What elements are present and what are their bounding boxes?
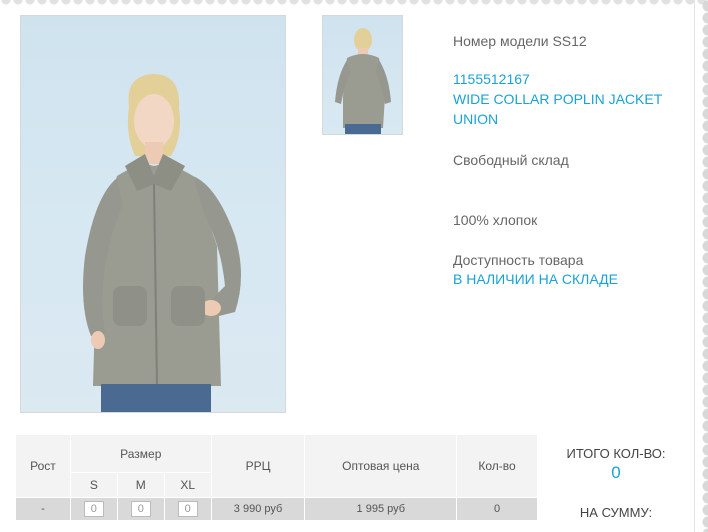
size-xl-header: XL <box>163 472 212 498</box>
col-header-wholesale: Оптовая цена <box>304 434 458 498</box>
model-back-illustration <box>335 28 391 134</box>
model-front-illustration <box>83 74 241 412</box>
article-number-link[interactable]: 1155512167 <box>453 69 530 89</box>
table-row: - 0 0 0 3 990 руб 1 995 руб 0 <box>15 497 538 521</box>
brand-name-link[interactable]: UNION <box>453 109 498 129</box>
col-header-height: Рост <box>15 434 71 498</box>
rrp-value: 3 990 руб <box>210 497 306 521</box>
size-s-header: S <box>69 472 118 498</box>
product-main-image[interactable] <box>20 15 286 413</box>
col-header-qty: Кол-во <box>456 434 538 498</box>
availability-label: Доступность товара <box>453 252 584 268</box>
product-thumbnail[interactable] <box>322 15 403 135</box>
size-m-header: M <box>116 472 165 498</box>
wholesale-value: 1 995 руб <box>304 497 458 521</box>
qty-xl-input[interactable]: 0 <box>177 501 198 517</box>
warehouse-label: Свободный склад <box>453 152 569 168</box>
material-label: 100% хлопок <box>453 212 538 228</box>
total-qty-value: 0 <box>611 463 621 482</box>
paper-right-edge <box>694 0 708 532</box>
qty-m-cell: 0 <box>116 497 165 521</box>
col-header-size: Размер <box>69 434 212 473</box>
qty-value: 0 <box>456 497 538 521</box>
col-header-rrp: РРЦ <box>210 434 306 498</box>
order-totals: ИТОГО КОЛ-ВО: 0 НА СУММУ: <box>548 446 684 520</box>
model-number: Номер модели SS12 <box>453 33 587 49</box>
height-value: - <box>15 497 71 521</box>
total-sum-label: НА СУММУ: <box>579 505 653 520</box>
order-table: Рост Размер РРЦ Оптовая цена Кол-во S M … <box>15 434 538 521</box>
qty-s-cell: 0 <box>69 497 118 521</box>
qty-m-input[interactable]: 0 <box>130 501 151 517</box>
availability-status: В НАЛИЧИИ НА СКЛАДЕ <box>453 271 618 287</box>
total-qty-label: ИТОГО КОЛ-ВО: <box>566 446 666 461</box>
qty-s-input[interactable]: 0 <box>83 501 104 517</box>
paper-top-edge <box>0 0 708 10</box>
qty-xl-cell: 0 <box>163 497 212 521</box>
product-name-link[interactable]: WIDE COLLAR POPLIN JACKET <box>453 89 662 109</box>
